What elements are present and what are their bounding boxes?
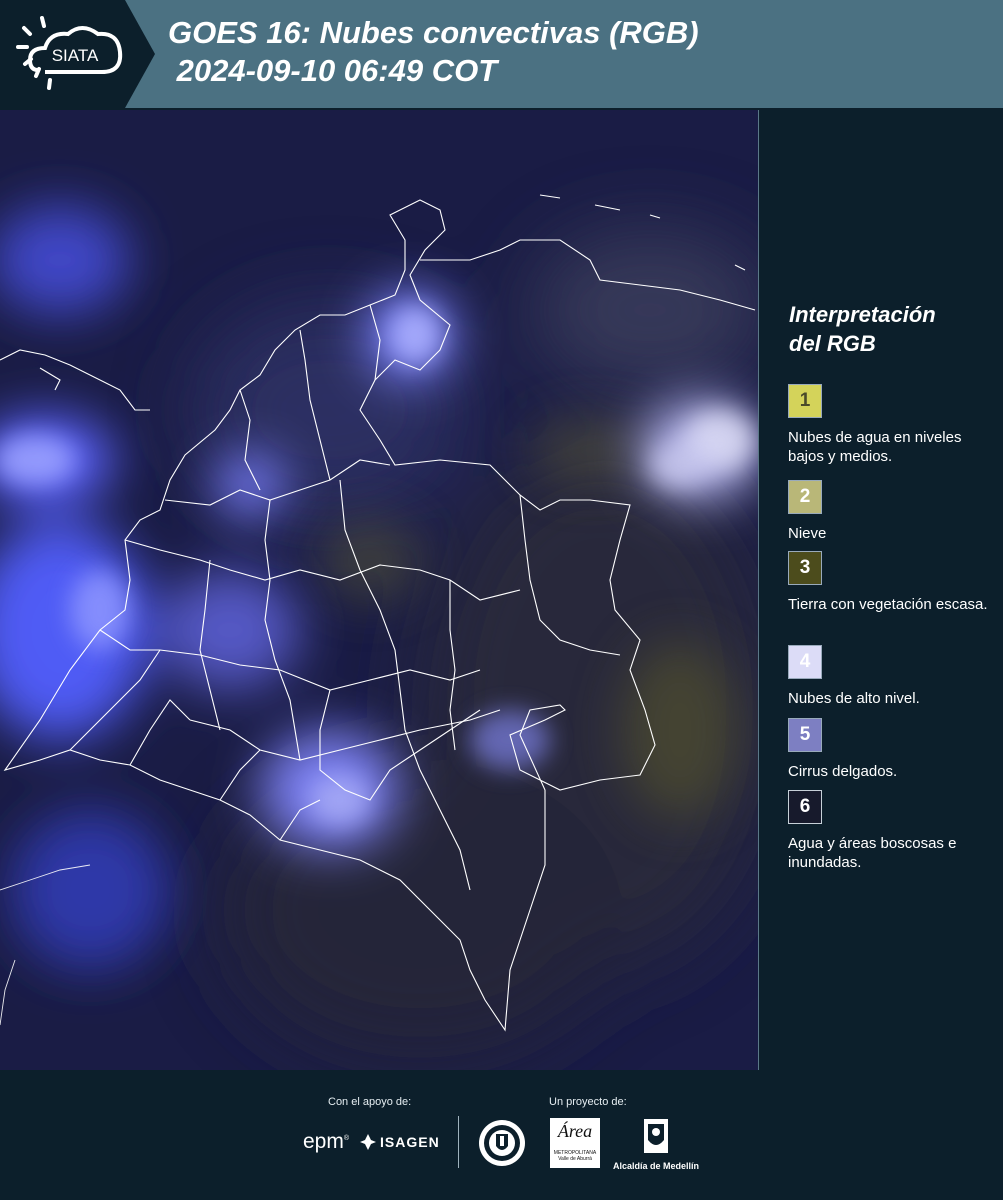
legend-title: Interpretación del RGB bbox=[789, 300, 996, 358]
legend-label-4: Nubes de alto nivel. bbox=[788, 690, 920, 707]
isagen-logo: ISAGEN bbox=[360, 1134, 440, 1150]
title-line-1: GOES 16: Nubes convectivas (RGB) bbox=[168, 15, 699, 50]
alcaldia-crest-icon bbox=[644, 1119, 668, 1153]
legend-swatch-5: 5 bbox=[788, 718, 822, 752]
legend-swatch-4: 4 bbox=[788, 645, 822, 679]
legend-swatch-2: 2 bbox=[788, 480, 822, 514]
legend-item-3: 3 Tierra con vegetación escasa. bbox=[788, 551, 988, 613]
legend-item-1: 1 Nubes de agua en niveles bajos y medio… bbox=[788, 384, 961, 465]
legend-swatch-6: 6 bbox=[788, 790, 822, 824]
satellite-map[interactable] bbox=[0, 110, 759, 1070]
project-label: Un proyecto de: bbox=[549, 1096, 627, 1108]
siata-logo: SIATA bbox=[0, 0, 155, 108]
legend-title-line-2: del RGB bbox=[789, 331, 876, 356]
alcaldia-medellin-logo: Alcaldía de Medellín bbox=[610, 1118, 702, 1171]
legend-label-1: Nubes de agua en niveles bajos y medios. bbox=[788, 429, 962, 465]
header-bar: SIATA GOES 16: Nubes convectivas (RGB) 2… bbox=[0, 0, 1003, 108]
area-metropolitana-logo: Área METROPOLITANA Valle de Aburrá bbox=[550, 1118, 600, 1168]
legend-item-6: 6 Agua y áreas boscosas e inundadas. bbox=[788, 790, 956, 871]
legend-label-2: Nieve bbox=[788, 525, 827, 542]
legend-label-3: Tierra con vegetación escasa. bbox=[788, 596, 988, 613]
legend-title-line-1: Interpretación bbox=[789, 302, 936, 327]
legend-item-2: 2 Nieve bbox=[788, 480, 826, 542]
page-title: GOES 16: Nubes convectivas (RGB) 2024-09… bbox=[168, 14, 699, 90]
svg-text:SIATA: SIATA bbox=[52, 46, 99, 65]
title-line-2: 2024-09-10 06:49 COT bbox=[168, 53, 498, 88]
medellin-seal-icon bbox=[478, 1118, 526, 1173]
legend-swatch-3: 3 bbox=[788, 551, 822, 585]
footer: Con el apoyo de: Un proyecto de: epm® IS… bbox=[0, 1070, 1003, 1200]
legend-item-5: 5 Cirrus delgados. bbox=[788, 718, 897, 780]
legend-item-4: 4 Nubes de alto nivel. bbox=[788, 645, 920, 707]
isagen-mark-icon bbox=[360, 1134, 376, 1150]
footer-divider bbox=[458, 1116, 459, 1168]
legend-swatch-1: 1 bbox=[788, 384, 822, 418]
support-label: Con el apoyo de: bbox=[328, 1096, 412, 1108]
legend-label-6: Agua y áreas boscosas e inundadas. bbox=[788, 835, 957, 871]
epm-logo: epm® bbox=[303, 1130, 350, 1153]
legend-panel: Interpretación del RGB bbox=[776, 300, 996, 358]
legend-label-5: Cirrus delgados. bbox=[788, 763, 898, 780]
